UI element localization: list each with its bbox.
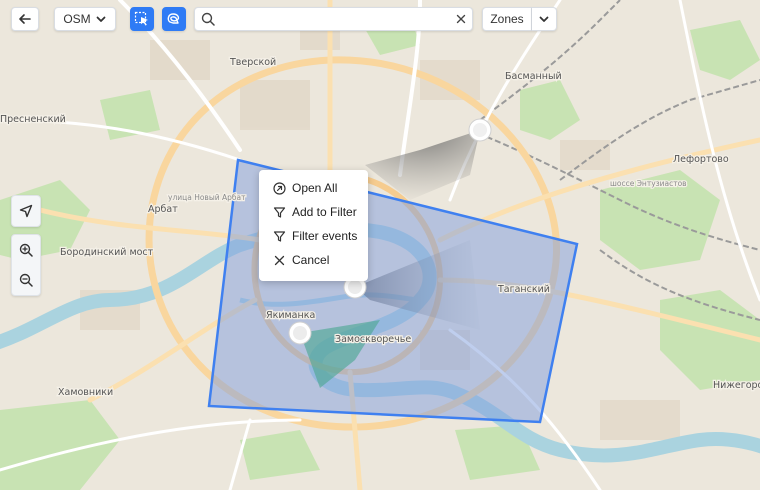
label-novy-arbat: улица Новый Арбат: [168, 193, 246, 202]
open-all-icon: [273, 181, 286, 195]
lasso-icon: [167, 13, 180, 24]
menu-item-filter-events[interactable]: Filter events: [259, 224, 368, 248]
label-zamoskvorechye: Замоскворечье: [335, 334, 411, 345]
menu-item-open-all[interactable]: Open All: [259, 176, 368, 200]
label-taganskiy: Таганский: [497, 284, 550, 295]
label-arbat: Арбат: [148, 204, 178, 215]
menu-item-label: Cancel: [292, 253, 330, 267]
select-tool-button[interactable]: [130, 7, 154, 31]
arrow-left-icon: [19, 14, 31, 24]
search-input[interactable]: [221, 9, 456, 29]
locate-button[interactable]: [12, 196, 40, 226]
menu-item-label: Filter events: [292, 229, 358, 243]
menu-item-label: Add to Filter: [292, 205, 357, 219]
close-icon: [274, 255, 285, 265]
back-button[interactable]: [11, 7, 39, 31]
clear-search-icon[interactable]: [456, 14, 466, 24]
basemap-select[interactable]: OSM: [54, 7, 116, 31]
camera-marker-south[interactable]: [288, 321, 312, 345]
map-canvas[interactable]: Тверской Басманный Пресненский Лефортово…: [0, 0, 760, 490]
cursor-select-icon: [134, 11, 148, 26]
locate-control: [11, 195, 41, 227]
filter-icon: [273, 230, 286, 242]
basemap-label: OSM: [63, 12, 91, 26]
lasso-tool-button[interactable]: [162, 7, 186, 31]
label-shosse: шоссе Энтузиастов: [610, 179, 687, 188]
zone-context-menu: Open All Add to Filter Filter events Can…: [259, 170, 368, 281]
chevron-down-icon: [96, 16, 106, 22]
label-basmanny: Басманный: [505, 71, 562, 82]
search-icon: [201, 12, 215, 26]
menu-item-add-to-filter[interactable]: Add to Filter: [259, 200, 368, 224]
zoom-in-icon: [19, 243, 33, 257]
chevron-down-icon: [539, 16, 549, 22]
zoom-control: [11, 234, 41, 296]
navigation-arrow-icon: [19, 204, 33, 218]
label-borodinsky: Бородинский мост: [60, 247, 154, 258]
label-khamovniki: Хамовники: [58, 387, 113, 398]
label-nizhegorodsky: Нижегородский: [713, 380, 760, 391]
menu-item-label: Open All: [292, 181, 338, 195]
zoom-in-button[interactable]: [12, 235, 40, 265]
top-toolbar: OSM Zones: [0, 0, 760, 38]
zones-button[interactable]: Zones: [482, 7, 532, 31]
search-box: [194, 7, 473, 31]
label-lefortovo: Лефортово: [673, 154, 729, 165]
label-tverskoy: Тверской: [229, 57, 276, 68]
camera-marker-north[interactable]: [468, 118, 492, 142]
zoom-out-button[interactable]: [12, 265, 40, 295]
zones-label: Zones: [490, 12, 524, 26]
label-presnensky: Пресненский: [0, 114, 66, 125]
filter-icon: [273, 206, 286, 218]
zoom-out-icon: [19, 273, 33, 287]
zones-dropdown-toggle[interactable]: [532, 7, 557, 31]
menu-item-cancel[interactable]: Cancel: [259, 248, 368, 272]
label-yakimanka: Якиманка: [266, 310, 315, 321]
